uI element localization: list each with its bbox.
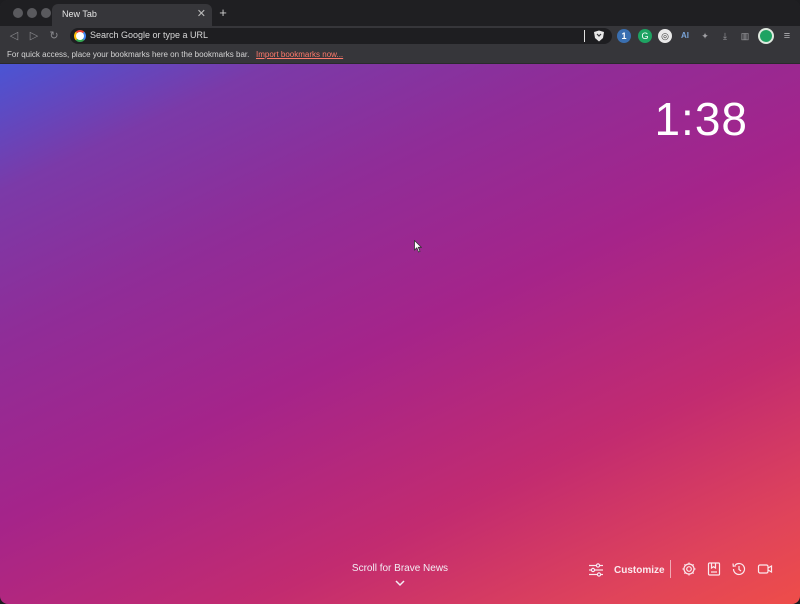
- video-camera-icon[interactable]: [757, 561, 773, 577]
- brave-shield-icon[interactable]: [592, 30, 606, 42]
- window-maximize-button[interactable]: [41, 8, 51, 18]
- address-bar-text[interactable]: Search Google or type a URL: [90, 30, 208, 40]
- customize-button[interactable]: Customize: [588, 558, 665, 582]
- bookmarks-hint: For quick access, place your bookmarks h…: [7, 50, 250, 59]
- profile-avatar[interactable]: [758, 28, 774, 44]
- download-icon[interactable]: ⤓: [718, 29, 732, 43]
- customize-label: Customize: [614, 564, 665, 576]
- window-close-button[interactable]: [13, 8, 23, 18]
- mouse-cursor-icon: [414, 240, 422, 253]
- chatgpt-icon[interactable]: ◎: [658, 29, 672, 43]
- back-icon[interactable]: ◁: [7, 29, 21, 43]
- google-icon: [74, 30, 86, 42]
- bookmark-icon[interactable]: [706, 561, 722, 577]
- import-bookmarks-link[interactable]: Import bookmarks now...: [256, 50, 343, 59]
- browser-window: New Tab ✕ + ◁ ▷ ↻ Search Google or type …: [0, 0, 800, 604]
- puzzle-icon[interactable]: ✦: [698, 29, 712, 43]
- bookmarks-bar: For quick access, place your bookmarks h…: [0, 46, 800, 64]
- reload-icon[interactable]: ↻: [47, 29, 61, 43]
- tab-strip: New Tab ✕ +: [0, 0, 800, 26]
- 1password-icon[interactable]: 1: [617, 29, 631, 43]
- scroll-for-news-label[interactable]: Scroll for Brave News: [300, 563, 500, 574]
- toolbar-divider: [670, 560, 671, 578]
- text-caret: [584, 30, 585, 42]
- menu-icon[interactable]: ≡: [780, 29, 794, 43]
- tab-new-tab[interactable]: New Tab ✕: [52, 4, 212, 26]
- sidebar-icon[interactable]: ▥: [738, 29, 752, 43]
- grammarly-icon[interactable]: G: [638, 29, 652, 43]
- close-icon[interactable]: ✕: [197, 7, 206, 21]
- settings-gear-icon[interactable]: [681, 561, 697, 577]
- new-tab-button[interactable]: +: [216, 5, 230, 21]
- address-bar[interactable]: Search Google or type a URL: [70, 28, 612, 44]
- window-minimize-button[interactable]: [27, 8, 37, 18]
- sliders-icon: [589, 563, 603, 577]
- forward-icon[interactable]: ▷: [27, 29, 41, 43]
- chevron-down-icon[interactable]: [394, 578, 406, 588]
- tab-title: New Tab: [62, 9, 97, 19]
- history-clock-icon[interactable]: [731, 561, 747, 577]
- new-tab-page: 1:38 Scroll for Brave News Customize: [0, 64, 800, 604]
- clock: 1:38: [654, 93, 748, 145]
- toolbar: ◁ ▷ ↻ Search Google or type a URL 1 G ◎ …: [0, 26, 800, 46]
- ext-badge-icon[interactable]: AI: [678, 29, 692, 43]
